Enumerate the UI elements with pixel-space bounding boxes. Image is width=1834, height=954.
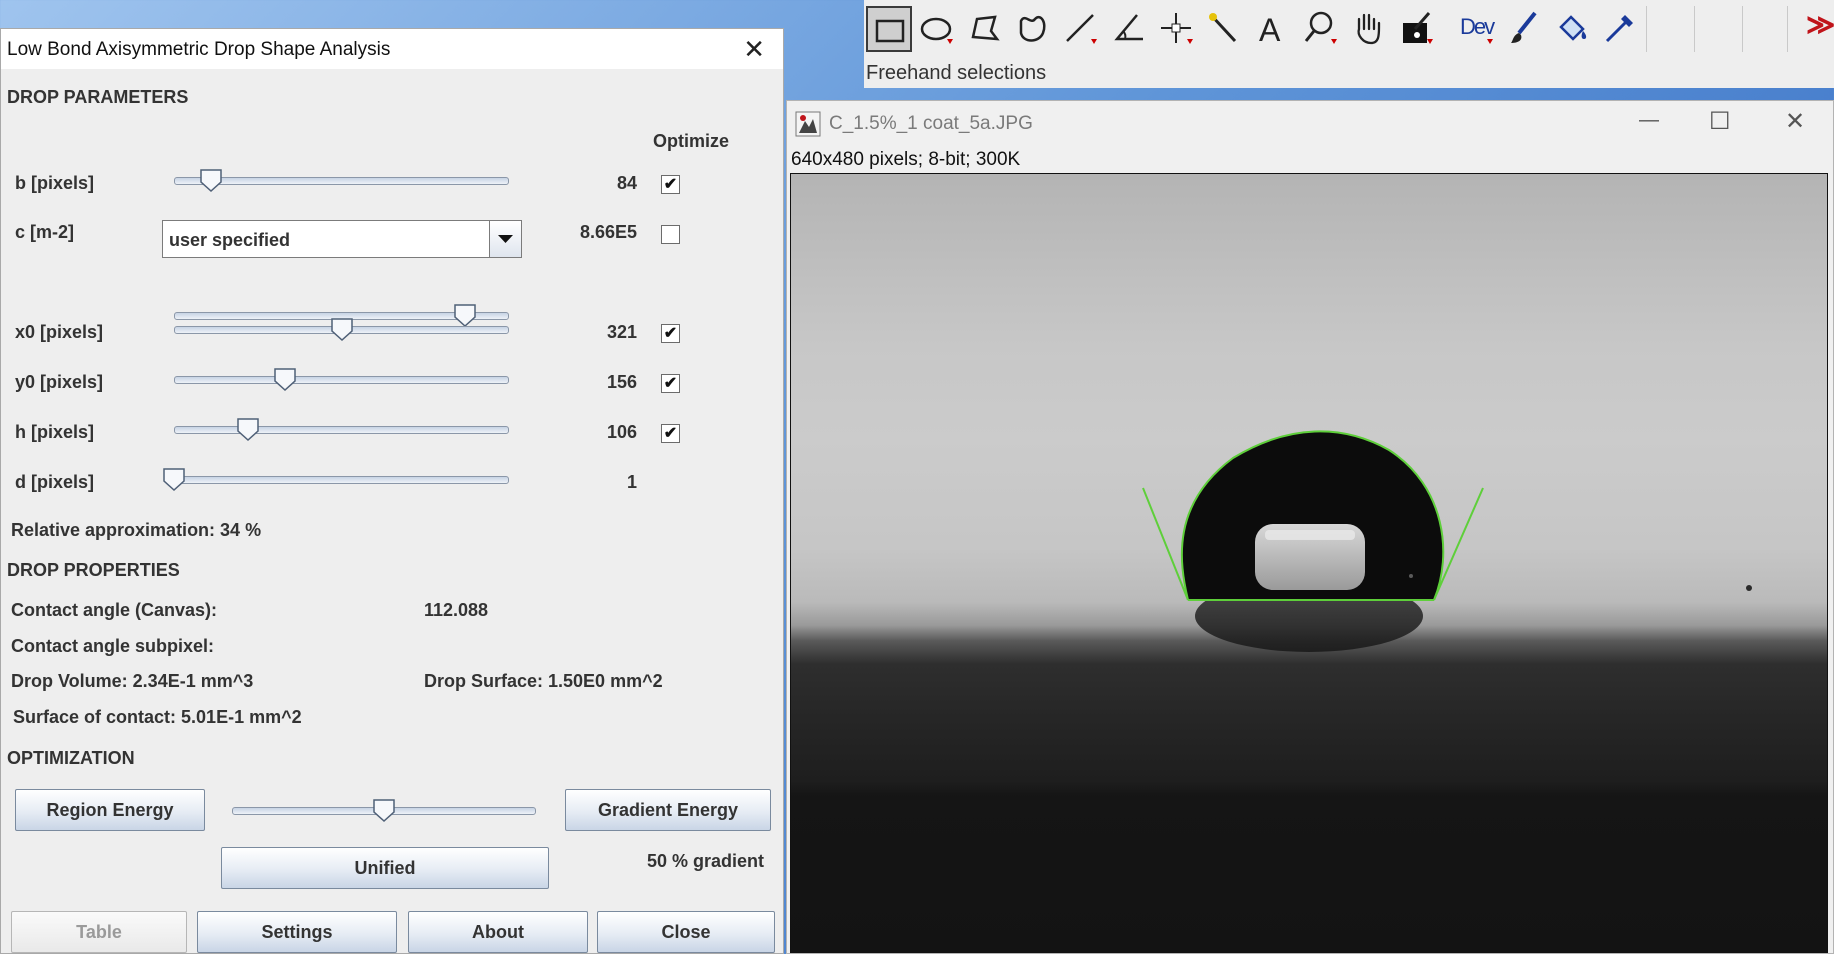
freehand-tool-icon[interactable] (1010, 6, 1056, 52)
contact-angle-subpixel-label: Contact angle subpixel: (11, 636, 215, 656)
more-tools-icon[interactable]: ≫ (1806, 8, 1834, 41)
close-button[interactable]: Close (597, 911, 775, 953)
empty-tool-slot-1[interactable] (1646, 6, 1692, 52)
pipette-tool-icon[interactable] (1598, 6, 1644, 52)
gradient-percent: 50 % gradient (647, 851, 765, 871)
dialog-titlebar: Low Bond Axisymmetric Drop Shape Analysi… (1, 29, 783, 69)
region-energy-button[interactable]: Region Energy (15, 789, 205, 831)
c-value: 8.66E5 (579, 222, 637, 242)
speck (1746, 585, 1752, 591)
slider-thumb[interactable] (329, 316, 355, 342)
text-tool-icon[interactable]: A (1250, 6, 1296, 52)
imagej-toolbar: A Dev ≫ (864, 0, 1834, 61)
maximize-button[interactable]: ☐ (1709, 107, 1731, 136)
x0-optimize-checkbox[interactable]: ✔ (661, 324, 680, 343)
point-tool-icon[interactable] (1154, 6, 1200, 52)
y0-value: 156 (606, 372, 637, 392)
surface-of-contact: Surface of contact: 5.01E-1 mm^2 (13, 707, 302, 727)
drop-image-canvas[interactable] (790, 173, 1828, 953)
c-optimize-checkbox[interactable] (661, 225, 680, 244)
drop-parameters-heading: DROP PARAMETERS (7, 87, 189, 107)
x0-slider[interactable] (174, 318, 509, 342)
image-window-title: C_1.5%_1 coat_5a.JPG (829, 113, 1033, 134)
about-button[interactable]: About (408, 911, 588, 953)
hand-tool-icon[interactable] (1346, 6, 1392, 52)
slider-thumb[interactable] (161, 466, 187, 492)
dev-tool-icon[interactable]: Dev (1454, 6, 1500, 52)
h-value: 106 (606, 422, 637, 442)
empty-tool-slot-3[interactable] (1742, 6, 1788, 52)
d-value: 1 (626, 472, 637, 492)
brush-tool-icon[interactable] (1502, 6, 1548, 52)
minimize-button[interactable]: — (1639, 109, 1659, 132)
y0-slider[interactable] (174, 368, 509, 392)
c-mode-selected: user specified (169, 230, 291, 250)
optimization-heading: OPTIMIZATION (7, 748, 135, 768)
toolbar-status-text: Freehand selections (866, 62, 1047, 84)
x0-value: 321 (606, 322, 637, 342)
table-button[interactable]: Table (11, 911, 187, 953)
param-label-c: c [m-2] (15, 222, 75, 242)
y0-optimize-checkbox[interactable]: ✔ (661, 374, 680, 393)
param-label-y0: y0 [pixels] (15, 372, 104, 392)
fill-tool-icon[interactable] (1550, 6, 1596, 52)
speck (1409, 574, 1413, 578)
angle-tool-icon[interactable] (1106, 6, 1152, 52)
slider-thumb[interactable] (371, 797, 397, 823)
energy-balance-slider[interactable] (232, 799, 536, 823)
lbadsa-dialog: Low Bond Axisymmetric Drop Shape Analysi… (0, 28, 784, 954)
slider-thumb[interactable] (272, 366, 298, 392)
drop-image (1142, 430, 1752, 652)
param-label-b: b [pixels] (15, 173, 95, 193)
wand-tool-icon[interactable] (1202, 6, 1248, 52)
color-picker-tool-icon[interactable] (1394, 6, 1440, 52)
unified-button[interactable]: Unified (221, 847, 549, 889)
drop-highlight-top (1265, 530, 1355, 540)
b-optimize-checkbox[interactable]: ✔ (661, 175, 680, 194)
slider-thumb[interactable] (198, 167, 224, 193)
drop-properties-heading: DROP PROPERTIES (7, 560, 180, 580)
c-mode-dropdown[interactable]: user specified (162, 220, 522, 258)
empty-tool-slot-2[interactable] (1694, 6, 1740, 52)
dialog-close-icon[interactable]: ✕ (743, 34, 765, 65)
optimize-header: Optimize (653, 131, 730, 151)
chevron-down-icon[interactable] (489, 221, 521, 257)
left-tangent-line (1142, 487, 1189, 601)
imagej-window-icon (795, 111, 821, 137)
b-value: 84 (616, 173, 637, 193)
drop-volume: Drop Volume: 2.34E-1 mm^3 (11, 671, 254, 691)
gradient-energy-button[interactable]: Gradient Energy (565, 789, 771, 831)
line-tool-icon[interactable] (1058, 6, 1104, 52)
toolbar-status-bar: Freehand selections (864, 60, 1834, 88)
magnifier-tool-icon[interactable] (1298, 6, 1344, 52)
rectangle-tool-icon[interactable] (866, 6, 912, 52)
drop-surface: Drop Surface: 1.50E0 mm^2 (424, 671, 663, 691)
h-slider[interactable] (174, 418, 509, 442)
d-slider[interactable] (163, 468, 509, 492)
slider-thumb[interactable] (235, 416, 261, 442)
polygon-tool-icon[interactable] (962, 6, 1008, 52)
oval-tool-icon[interactable] (914, 6, 960, 52)
relative-approximation: Relative approximation: 34 % (11, 520, 262, 540)
image-window-close-button[interactable]: ✕ (1785, 107, 1805, 136)
settings-button[interactable]: Settings (197, 911, 397, 953)
b-slider[interactable] (174, 169, 509, 193)
param-label-x0: x0 [pixels] (15, 322, 104, 342)
dialog-title: Low Bond Axisymmetric Drop Shape Analysi… (7, 39, 391, 60)
h-optimize-checkbox[interactable]: ✔ (661, 424, 680, 443)
param-label-h: h [pixels] (15, 422, 95, 442)
param-label-d: d [pixels] (15, 472, 95, 492)
svg-text:A: A (1259, 12, 1281, 47)
image-info: 640x480 pixels; 8-bit; 300K (791, 149, 1021, 170)
contact-angle-canvas-value: 112.088 (424, 600, 489, 620)
image-window: C_1.5%_1 coat_5a.JPG — ☐ ✕ 640x480 pixel… (786, 100, 1834, 954)
contact-angle-canvas-label: Contact angle (Canvas): (11, 600, 218, 620)
